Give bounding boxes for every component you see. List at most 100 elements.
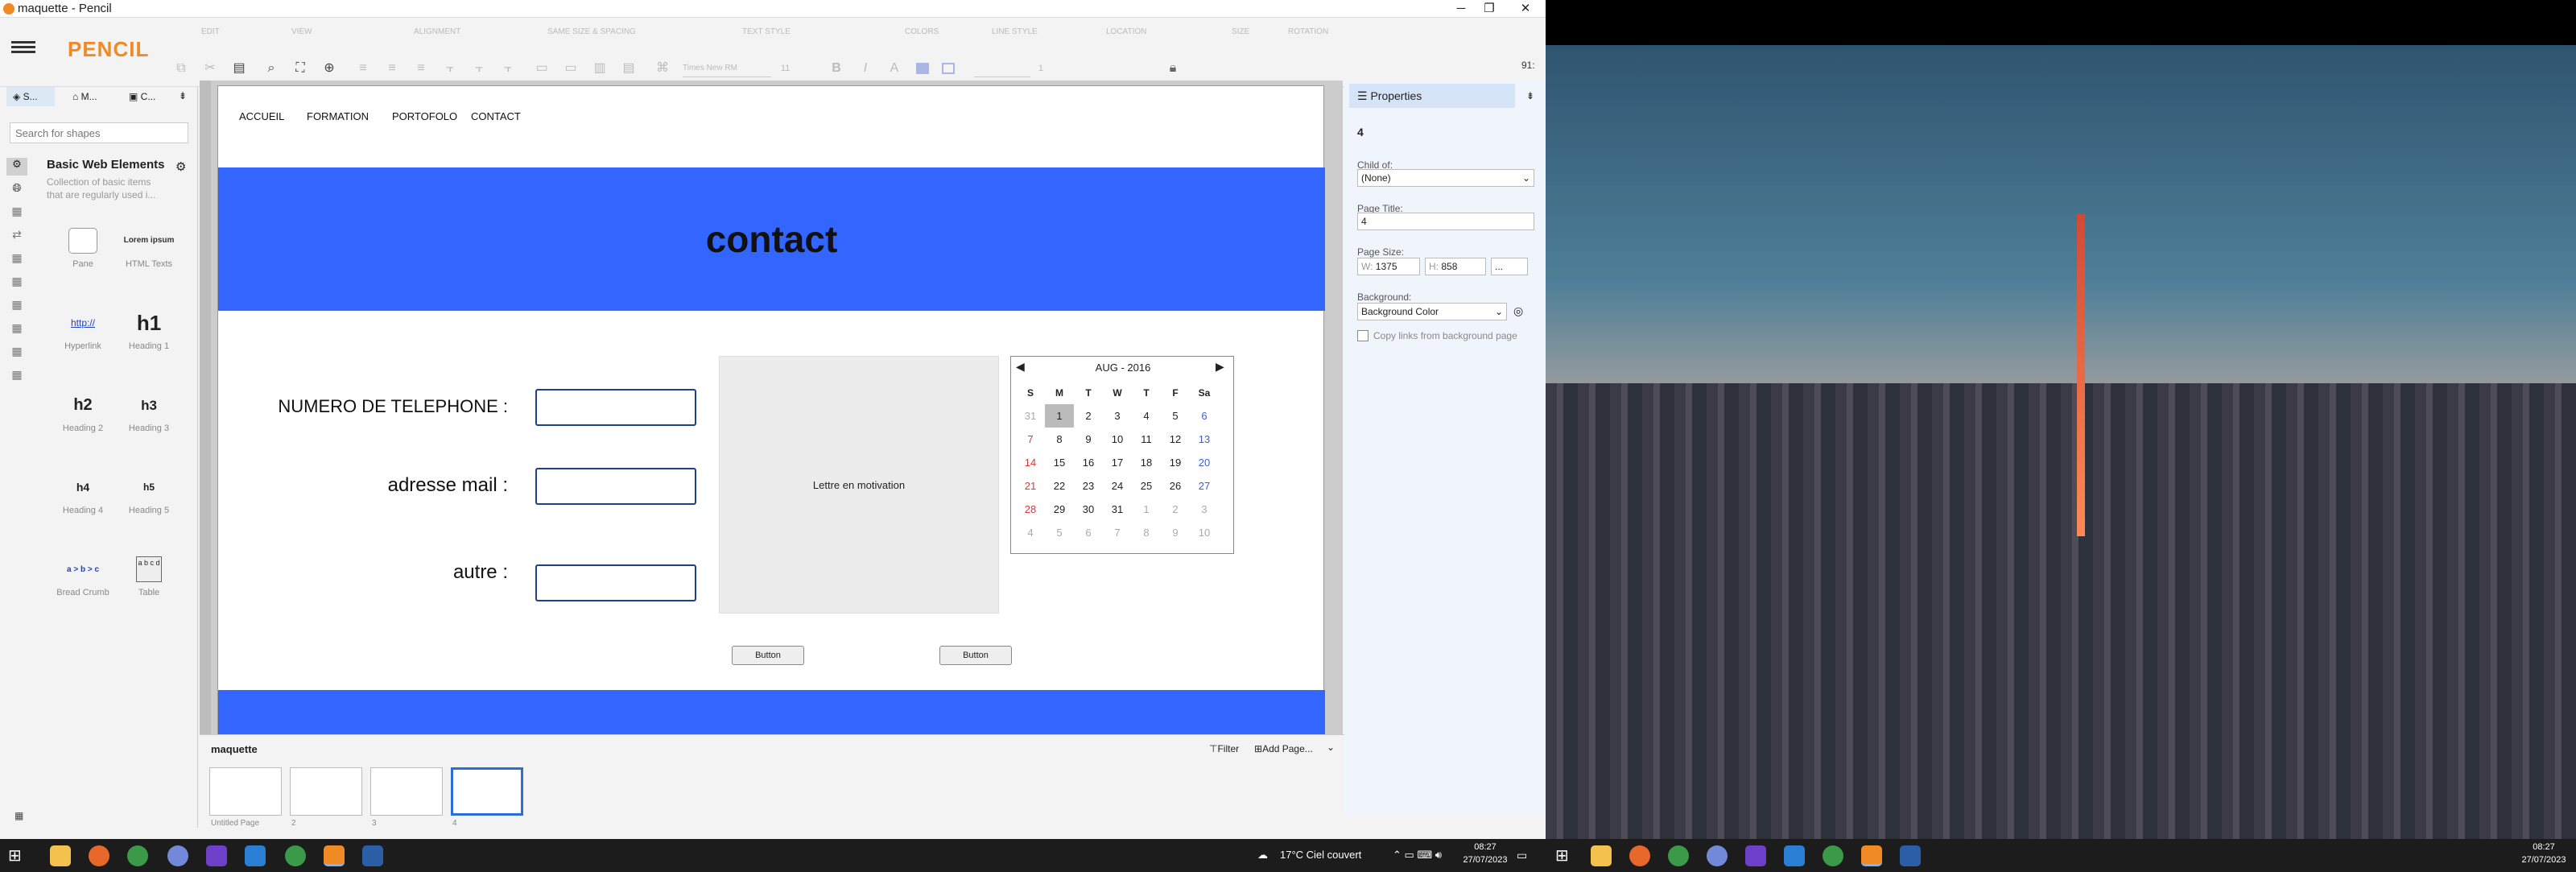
chrome-icon[interactable] — [285, 845, 306, 866]
collection-settings-icon[interactable]: ⚙ — [6, 158, 27, 176]
italic-icon[interactable]: I — [857, 60, 874, 77]
page-thumb-4-active[interactable] — [451, 767, 523, 816]
calendar-day[interactable]: 11 — [1132, 428, 1161, 451]
zoom-in-icon[interactable]: ⊕ — [320, 60, 338, 77]
align-right-icon[interactable]: ≡ — [412, 60, 430, 77]
paste-icon[interactable]: ▤ — [230, 60, 248, 77]
align-bottom-icon[interactable]: ⫟ — [499, 60, 517, 77]
calendar-day[interactable]: 15 — [1045, 451, 1074, 474]
minimize-button[interactable]: ─ — [1449, 0, 1473, 18]
format-painter-icon[interactable]: ⌘ — [654, 60, 671, 77]
calendar-day[interactable]: 12 — [1161, 428, 1190, 451]
hamburger-menu-icon[interactable] — [11, 39, 35, 56]
file-explorer-icon[interactable] — [50, 845, 71, 866]
calendar-day[interactable]: 31 — [1103, 498, 1132, 521]
system-tray-icons[interactable]: ⌃ ▭ ⌨ 🔊︎ — [1393, 849, 1442, 862]
zoom-fit-icon[interactable]: ⌕ — [262, 60, 280, 77]
page-thumb-2[interactable] — [290, 767, 362, 816]
line-style-select[interactable] — [974, 60, 1030, 77]
calendar-day[interactable]: 26 — [1161, 474, 1190, 498]
calendar-day[interactable]: 13 — [1190, 428, 1219, 451]
tab-shapes[interactable]: ◈ S... — [6, 87, 55, 106]
maximize-button[interactable]: ❐ — [1477, 0, 1501, 18]
calendar-day[interactable]: 21 — [1016, 474, 1045, 498]
color-picker-icon[interactable]: ◎ — [1513, 304, 1523, 318]
pin-icon[interactable]: ⇟ — [179, 90, 187, 101]
tab-clipart[interactable]: ▣ C... — [122, 87, 171, 106]
properties-tab[interactable]: ☰ Properties — [1349, 84, 1515, 108]
space-horizontal-icon[interactable]: ▥ — [591, 60, 609, 77]
vscode-icon[interactable] — [1784, 845, 1805, 866]
vscode-icon[interactable] — [245, 845, 266, 866]
calendar-day[interactable]: 7 — [1103, 521, 1132, 544]
grid-collection-icon[interactable]: ▦ — [6, 298, 27, 316]
cut-icon[interactable]: ✂ — [201, 60, 219, 77]
tab-my-collections[interactable]: ⌂ M... — [66, 87, 114, 106]
font-size-input[interactable]: 11 — [781, 60, 810, 77]
mockup-page[interactable]: ACCUEIL FORMATION PORTOFOLO CONTACT cont… — [217, 85, 1325, 742]
calendar-day[interactable]: 25 — [1132, 474, 1161, 498]
filter-button[interactable]: ⊤Filter — [1209, 743, 1239, 754]
close-button[interactable]: ✕ — [1513, 0, 1538, 18]
shape-heading-1[interactable]: h1 Heading 1 — [121, 304, 177, 352]
shape-heading-3[interactable]: h3 Heading 3 — [121, 386, 177, 434]
calendar-day[interactable]: 22 — [1045, 474, 1074, 498]
grid-collection-icon[interactable]: ▦ — [6, 345, 27, 362]
chrome-icon[interactable] — [1823, 845, 1843, 866]
same-width-icon[interactable]: ▭ — [533, 60, 551, 77]
calendar-day[interactable]: 7 — [1016, 428, 1045, 451]
calendar-widget[interactable]: ◀ AUG - 2016 ▶ S M T W T F Sa 31 1 2 3 4 5 6 7 8 9 10 11 1… — [1010, 356, 1234, 554]
weather-text[interactable]: 17°C Ciel couvert — [1280, 849, 1361, 861]
pages-grid-icon[interactable]: ▦ — [14, 810, 23, 821]
pencil-taskbar-icon[interactable] — [1861, 845, 1882, 866]
calendar-day[interactable]: 19 — [1161, 451, 1190, 474]
calendar-next-icon[interactable]: ▶ — [1216, 360, 1224, 374]
calendar-day[interactable]: 31 — [1016, 404, 1045, 428]
windows-start-icon[interactable]: ⊞ — [1555, 847, 1573, 865]
width-input[interactable]: W: 1375 — [1357, 258, 1420, 275]
background-select[interactable]: Background Color ⌄ — [1357, 303, 1507, 320]
grid-collection-icon[interactable]: ▦ — [6, 368, 27, 386]
clock-time[interactable]: 08:27 — [2520, 842, 2568, 852]
firefox-icon[interactable] — [1629, 845, 1650, 866]
firefox-icon[interactable] — [89, 845, 109, 866]
align-top-icon[interactable]: ⫟ — [441, 60, 459, 77]
button-1[interactable]: Button — [732, 646, 804, 665]
calendar-day[interactable]: 24 — [1103, 474, 1132, 498]
discord-icon[interactable] — [1707, 845, 1728, 866]
email-input[interactable] — [535, 468, 696, 505]
align-center-icon[interactable]: ≡ — [383, 60, 401, 77]
chrome-icon[interactable] — [1668, 845, 1689, 866]
calendar-day[interactable]: 18 — [1132, 451, 1161, 474]
flow-collection-icon[interactable]: ⇄ — [6, 228, 27, 246]
child-of-select[interactable]: (None) ⌄ — [1357, 169, 1534, 187]
clock-date[interactable]: 27/07/2023 — [1461, 855, 1509, 865]
calendar-day[interactable]: 10 — [1103, 428, 1132, 451]
shape-heading-2[interactable]: h2 Heading 2 — [55, 386, 111, 434]
button-2[interactable]: Button — [939, 646, 1012, 665]
github-desktop-icon[interactable] — [206, 845, 227, 866]
calendar-day[interactable]: 2 — [1074, 404, 1103, 428]
copy-links-checkbox[interactable] — [1357, 330, 1368, 341]
calendar-day[interactable]: 14 — [1016, 451, 1045, 474]
calendar-day[interactable]: 8 — [1045, 428, 1074, 451]
photos-icon[interactable] — [1900, 845, 1921, 866]
calendar-day[interactable]: 27 — [1190, 474, 1219, 498]
calendar-day[interactable]: 4 — [1132, 404, 1161, 428]
calendar-day[interactable]: 29 — [1045, 498, 1074, 521]
chrome-icon[interactable] — [127, 845, 148, 866]
grid-collection-icon[interactable]: ▦ — [6, 251, 27, 269]
bold-icon[interactable]: B — [828, 60, 845, 77]
calendar-day[interactable]: 3 — [1190, 498, 1219, 521]
align-left-icon[interactable]: ≡ — [354, 60, 372, 77]
properties-pin-icon[interactable]: ⇟ — [1526, 90, 1534, 101]
calendar-day[interactable]: 16 — [1074, 451, 1103, 474]
chevron-down-icon[interactable]: ⌄ — [1327, 742, 1335, 753]
calendar-day[interactable]: 1 — [1132, 498, 1161, 521]
calendar-day[interactable]: 9 — [1161, 521, 1190, 544]
photos-icon[interactable] — [362, 845, 383, 866]
shape-hyperlink[interactable]: http:// Hyperlink — [55, 304, 111, 352]
web-collection-icon[interactable]: 🌐︎ — [6, 181, 27, 199]
copy-icon[interactable]: ⧉ — [172, 60, 190, 77]
calendar-day[interactable]: 23 — [1074, 474, 1103, 498]
